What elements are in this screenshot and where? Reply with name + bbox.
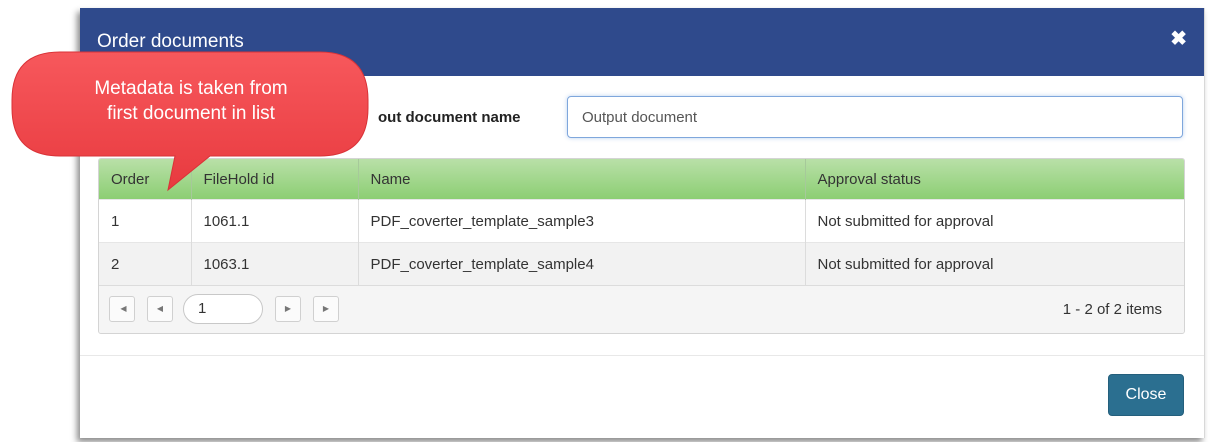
column-header-name[interactable]: Name: [358, 159, 806, 200]
metadata-callout: Metadata is taken from first document in…: [10, 50, 370, 200]
page-number-input[interactable]: 1: [183, 294, 263, 324]
last-page-button[interactable]: ▶: [313, 296, 339, 322]
cell-filehold-id: 1061.1: [191, 199, 359, 243]
column-header-approval-status[interactable]: Approval status: [805, 159, 1184, 200]
cell-name: PDF_coverter_template_sample4: [358, 242, 806, 285]
close-icon[interactable]: ✖: [1170, 26, 1187, 51]
cell-approval-status: Not submitted for approval: [805, 242, 1184, 285]
first-page-button[interactable]: ◀: [109, 296, 135, 322]
output-document-name-input[interactable]: [567, 96, 1183, 138]
grid-pager: ◀ ◀ 1 ▶ ▶ 1 - 2 of 2 items: [99, 285, 1184, 333]
pager-info: 1 - 2 of 2 items: [1062, 301, 1162, 318]
table-row[interactable]: 2 1063.1 PDF_coverter_template_sample4 N…: [99, 242, 1184, 285]
next-page-button[interactable]: ▶: [275, 296, 301, 322]
footer-divider: [80, 355, 1204, 356]
last-page-icon: ▶: [322, 304, 330, 313]
previous-page-icon: ◀: [156, 304, 164, 313]
cell-order: 2: [99, 242, 192, 285]
next-page-icon: ▶: [284, 304, 292, 313]
close-button[interactable]: Close: [1108, 374, 1184, 416]
callout-line-2: first document in list: [107, 103, 275, 124]
callout-text: Metadata is taken from first document in…: [10, 76, 372, 126]
previous-page-button[interactable]: ◀: [147, 296, 173, 322]
output-document-name-label: out document name: [378, 109, 521, 126]
cell-approval-status: Not submitted for approval: [805, 199, 1184, 243]
callout-line-1: Metadata is taken from: [94, 78, 288, 99]
cell-name: PDF_coverter_template_sample3: [358, 199, 806, 243]
cell-order: 1: [99, 199, 192, 243]
first-page-icon: ◀: [120, 304, 126, 313]
table-row[interactable]: 1 1061.1 PDF_coverter_template_sample3 N…: [99, 199, 1184, 243]
cell-filehold-id: 1063.1: [191, 242, 359, 285]
